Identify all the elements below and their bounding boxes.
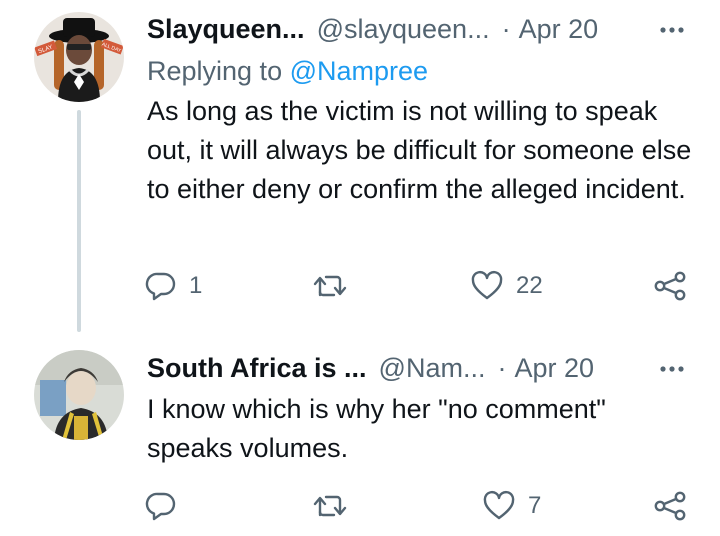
reply-button[interactable]: [145, 490, 189, 522]
replying-to: Replying to @Nampree: [147, 56, 428, 87]
reply-bubble-icon: [145, 492, 176, 521]
share-icon: [654, 491, 686, 521]
tweet-text: I know which is why her "no comment" spe…: [147, 394, 606, 463]
retweet-icon: [313, 495, 347, 517]
tweet-date[interactable]: Apr 20: [514, 353, 594, 384]
reply-button[interactable]: 1: [145, 270, 202, 302]
tweet-header: Slayqueen... @slayqueen... · Apr 20: [147, 11, 598, 47]
display-name[interactable]: South Africa is ...: [147, 353, 367, 384]
tweet-actions: 1 22: [0, 270, 720, 310]
reply-count: 1: [189, 272, 203, 299]
more-button[interactable]: [654, 351, 690, 387]
reply-bubble-icon: [145, 272, 176, 301]
tweet-header: South Africa is ... @Nam... · Apr 20: [147, 350, 594, 386]
retweet-icon: [313, 275, 347, 297]
avatar-image: SLAY ALL DAY: [34, 12, 124, 102]
like-button[interactable]: 7: [482, 490, 541, 522]
tweet[interactable]: South Africa is ... @Nam... · Apr 20 I k…: [0, 330, 720, 536]
replying-prefix: Replying to: [147, 56, 290, 86]
avatar[interactable]: SLAY ALL DAY: [34, 12, 124, 102]
mention-link[interactable]: @Nampree: [290, 56, 428, 86]
separator-dot: ·: [501, 13, 511, 44]
tweet-date[interactable]: Apr 20: [519, 14, 599, 45]
like-count: 22: [516, 272, 543, 299]
more-button[interactable]: [654, 12, 690, 48]
retweet-button[interactable]: [312, 270, 360, 302]
share-button[interactable]: [652, 270, 688, 302]
more-dots-icon: [660, 27, 684, 33]
avatar[interactable]: [34, 350, 124, 440]
display-name[interactable]: Slayqueen...: [147, 14, 305, 45]
tweet[interactable]: SLAY ALL DAY Slayqueen... @slayqueen... …: [0, 0, 720, 332]
avatar-image: [34, 350, 124, 440]
more-dots-icon: [660, 366, 684, 372]
heart-icon: [471, 270, 503, 300]
tweet-actions: 7: [0, 490, 720, 530]
share-icon: [654, 271, 686, 301]
user-handle[interactable]: @Nam...: [379, 353, 486, 384]
tweet-text: As long as the victim is not willing to …: [147, 96, 692, 204]
like-button[interactable]: 22: [470, 270, 543, 302]
like-count: 7: [528, 492, 542, 519]
share-button[interactable]: [652, 490, 688, 522]
retweet-button[interactable]: [312, 490, 360, 522]
user-handle[interactable]: @slayqueen...: [317, 14, 490, 45]
heart-icon: [483, 490, 515, 520]
separator-dot: ·: [497, 352, 507, 383]
